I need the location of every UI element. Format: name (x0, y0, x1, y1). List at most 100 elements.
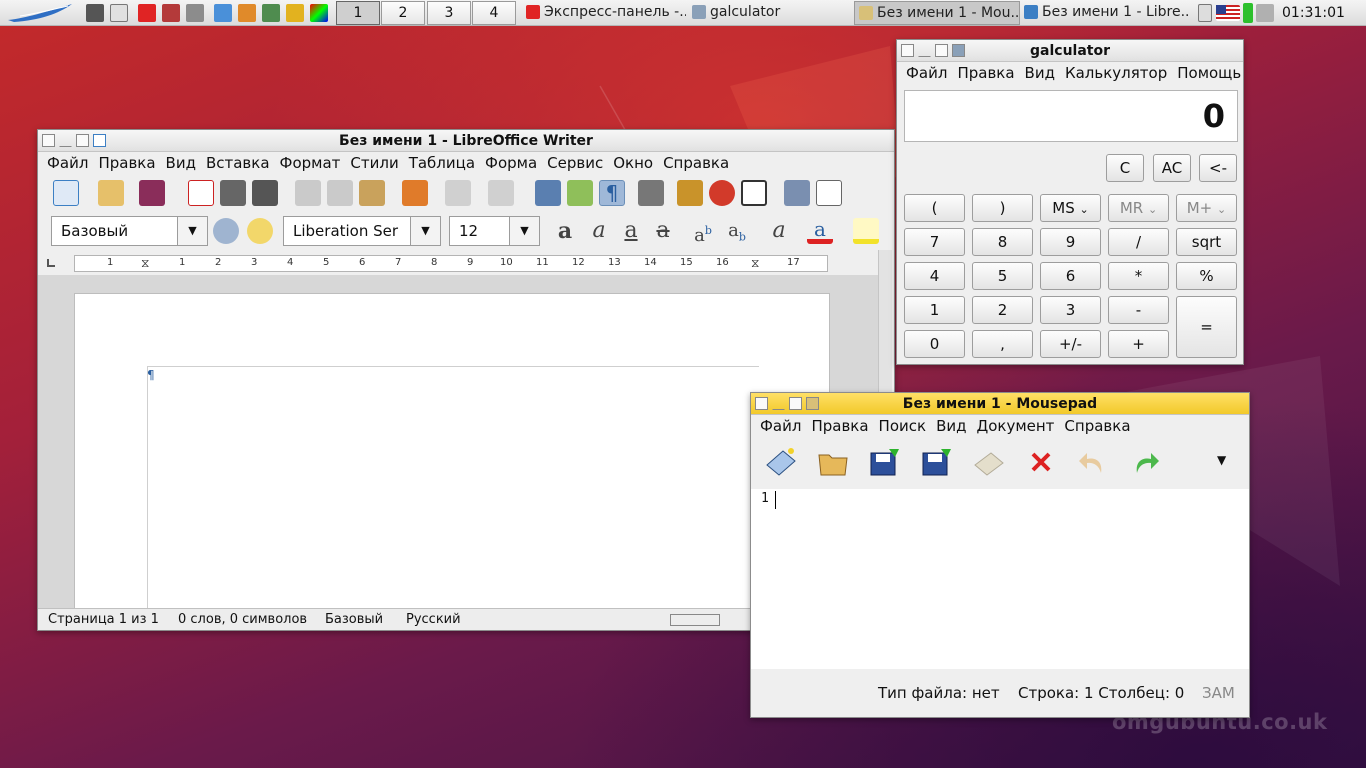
sqrt-button[interactable]: sqrt (1176, 228, 1237, 256)
digit-5-button[interactable]: 5 (972, 262, 1033, 290)
menu-edit[interactable]: Правка (93, 154, 160, 172)
windows-icon[interactable] (110, 4, 128, 22)
print-preview-icon[interactable] (252, 180, 278, 206)
chevron-down-icon[interactable]: ▼ (177, 217, 207, 245)
menu-search[interactable]: Поиск (874, 417, 932, 435)
text-editor[interactable]: 1 (751, 489, 1249, 669)
status-filetype[interactable]: Тип файла: нет (878, 669, 1000, 717)
document-page[interactable]: ¶ (74, 293, 830, 626)
digit-6-button[interactable]: 6 (1040, 262, 1101, 290)
status-word-count[interactable]: 0 слов, 0 символов (178, 609, 307, 631)
workspace-3[interactable]: 3 (427, 1, 471, 25)
open-paren-button[interactable]: ( (904, 194, 965, 222)
insert-textbox-icon[interactable] (741, 180, 767, 206)
status-page[interactable]: Страница 1 из 1 (48, 609, 159, 631)
insert-table-icon[interactable] (638, 180, 664, 206)
window-menu-button[interactable] (755, 397, 768, 410)
save-icon[interactable] (139, 180, 165, 206)
desktop-icon[interactable] (86, 4, 104, 22)
digit-1-button[interactable]: 1 (904, 296, 965, 324)
paragraph-style-select[interactable]: Базовый ▼ (51, 216, 208, 246)
save-as-icon[interactable] (919, 445, 955, 479)
menu-edit[interactable]: Правка (952, 64, 1019, 82)
update-style-icon[interactable] (213, 218, 239, 244)
undo-icon[interactable] (1075, 445, 1111, 479)
clone-formatting-icon[interactable] (402, 180, 428, 206)
print-icon[interactable] (220, 180, 246, 206)
workspace-1[interactable]: 1 (336, 1, 380, 25)
monitor-icon[interactable] (262, 4, 280, 22)
menu-table[interactable]: Таблица (404, 154, 480, 172)
ruler-indent-marker[interactable]: ⧖ (141, 256, 149, 271)
insert-page-break-icon[interactable] (784, 180, 810, 206)
add-button[interactable]: + (1108, 330, 1169, 358)
clipboard-icon[interactable] (1198, 4, 1212, 22)
close-paren-button[interactable]: ) (972, 194, 1033, 222)
color-picker-icon[interactable] (310, 4, 328, 22)
digit-7-button[interactable]: 7 (904, 228, 965, 256)
menu-document[interactable]: Документ (971, 417, 1059, 435)
sign-toggle-button[interactable]: +/- (1040, 330, 1101, 358)
calculator-titlebar[interactable]: galculator (897, 40, 1243, 62)
font-color-icon[interactable]: a (807, 218, 833, 244)
files-icon[interactable] (238, 4, 256, 22)
status-overwrite-mode[interactable]: ЗАМ (1202, 669, 1235, 717)
settings-icon[interactable] (186, 4, 204, 22)
network-icon[interactable] (214, 4, 232, 22)
menu-format[interactable]: Формат (275, 154, 346, 172)
clear-formatting-icon[interactable]: a (766, 218, 792, 244)
minimize-button[interactable] (59, 134, 72, 147)
minimize-button[interactable] (772, 397, 785, 410)
menu-view[interactable]: Вид (931, 417, 971, 435)
formatting-marks-icon[interactable]: ¶ (599, 180, 625, 206)
highlight-color-icon[interactable] (853, 218, 879, 244)
menu-window[interactable]: Окно (608, 154, 658, 172)
digit-8-button[interactable]: 8 (972, 228, 1033, 256)
digit-3-button[interactable]: 3 (1040, 296, 1101, 324)
task-mousepad[interactable]: Без имени 1 - Mou... (854, 1, 1020, 25)
horizontal-ruler[interactable]: 1 ⧖ 1 2 3 4 5 6 7 8 9 10 11 12 13 14 15 … (74, 255, 828, 272)
menu-help[interactable]: Справка (658, 154, 734, 172)
menu-view[interactable]: Вид (161, 154, 201, 172)
image-viewer-icon[interactable] (286, 4, 304, 22)
cut-icon[interactable] (295, 180, 321, 206)
menu-form[interactable]: Форма (480, 154, 542, 172)
task-writer[interactable]: Без имени 1 - Libre... (1020, 1, 1190, 25)
open-folder-icon[interactable] (98, 180, 124, 206)
percent-button[interactable]: % (1176, 262, 1237, 290)
insert-field-icon[interactable] (816, 180, 842, 206)
task-vivaldi[interactable]: Экспресс-панель -... (522, 1, 686, 25)
italic-icon[interactable]: a (586, 218, 612, 244)
task-galculator[interactable]: galculator (688, 1, 852, 25)
revert-icon[interactable] (971, 445, 1007, 479)
paste-icon[interactable] (359, 180, 385, 206)
redo-icon[interactable] (488, 180, 514, 206)
save-icon[interactable] (867, 445, 903, 479)
digit-9-button[interactable]: 9 (1040, 228, 1101, 256)
maximize-button[interactable] (789, 397, 802, 410)
menu-help[interactable]: Справка (1059, 417, 1135, 435)
tab-stop-toggle[interactable] (47, 259, 55, 267)
workspace-4[interactable]: 4 (472, 1, 516, 25)
divide-button[interactable]: / (1108, 228, 1169, 256)
new-style-icon[interactable] (247, 218, 273, 244)
vivaldi-icon[interactable] (138, 4, 156, 22)
ruler-indent-marker[interactable]: ⧖ (751, 256, 759, 271)
menu-styles[interactable]: Стили (345, 154, 403, 172)
decimal-button[interactable]: , (972, 330, 1033, 358)
export-pdf-icon[interactable] (188, 180, 214, 206)
memory-store-button[interactable]: MS ⌄ (1040, 194, 1101, 222)
bold-icon[interactable]: a (552, 218, 578, 244)
menu-file[interactable]: Файл (755, 417, 806, 435)
redo-icon[interactable] (1127, 445, 1163, 479)
keyboard-layout-flag-icon[interactable] (1216, 5, 1240, 21)
superscript-icon[interactable]: ab (690, 218, 716, 246)
memory-recall-button[interactable]: MR ⌄ (1108, 194, 1169, 222)
find-replace-icon[interactable] (535, 180, 561, 206)
menu-tools[interactable]: Сервис (542, 154, 608, 172)
chevron-down-icon[interactable]: ▼ (509, 217, 539, 245)
spellcheck-icon[interactable] (567, 180, 593, 206)
digit-0-button[interactable]: 0 (904, 330, 965, 358)
writer-titlebar[interactable]: Без имени 1 - LibreOffice Writer (38, 130, 894, 152)
underline-icon[interactable]: a (618, 218, 644, 244)
